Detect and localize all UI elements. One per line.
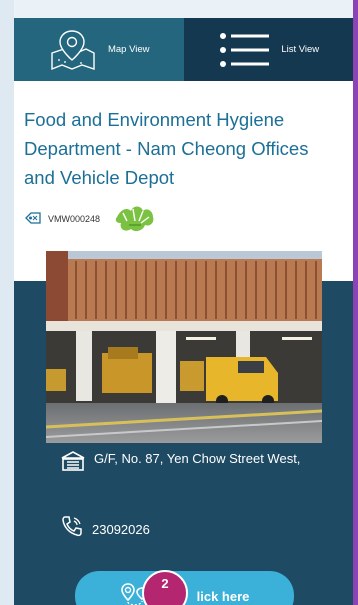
phone-number: 23092026 [92, 521, 150, 537]
tab-map-view[interactable]: Map View [14, 18, 184, 81]
map-pin-icon [48, 29, 98, 71]
list-icon [217, 30, 271, 70]
tab-map-view-label: Map View [107, 44, 150, 55]
facility-photo [46, 251, 322, 443]
app-container: Map View List View Food and Environment … [14, 18, 353, 605]
background-strip-left [0, 0, 14, 605]
phone-row[interactable]: 23092026 [60, 515, 150, 543]
building-icon [60, 451, 86, 477]
address-row: G/F, No. 87, Yen Chow Street West, [60, 448, 330, 477]
bauhinia-icon [112, 202, 158, 236]
facility-code: VMW000248 [48, 214, 101, 224]
tab-list-view-label: List View [281, 44, 320, 55]
facility-title: Food and Environment Hygiene Department … [24, 109, 309, 188]
phone-icon [60, 515, 84, 543]
tag-icon [24, 211, 42, 227]
background-strip-top [0, 0, 358, 18]
facility-code-row: VMW000248 [24, 202, 343, 236]
background-strip-right [353, 0, 358, 605]
view-tabs: Map View List View [14, 18, 353, 81]
address-text: G/F, No. 87, Yen Chow Street West, [94, 451, 301, 466]
tab-list-view[interactable]: List View [183, 18, 353, 81]
